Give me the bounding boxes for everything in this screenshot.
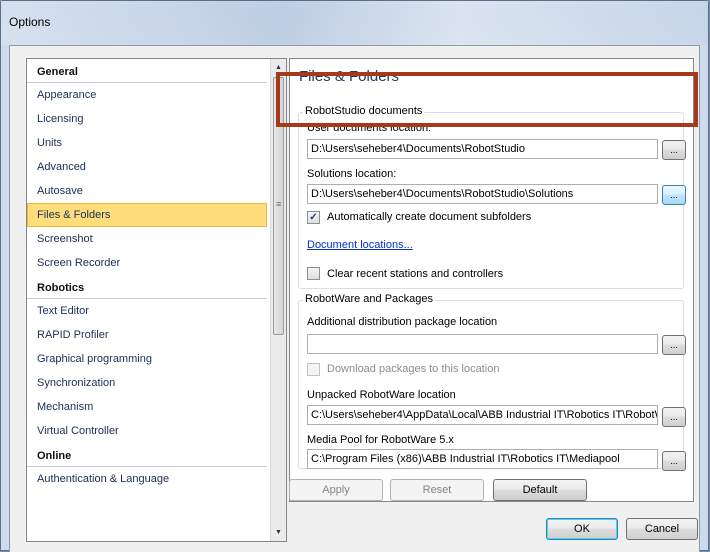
default-button[interactable]: Default xyxy=(493,479,587,501)
media-pool-label: Media Pool for RobotWare 5.x xyxy=(307,434,454,446)
scroll-down-icon[interactable]: ▼ xyxy=(271,524,286,541)
nav-item-virtual-controller[interactable]: Virtual Controller xyxy=(27,419,271,443)
additional-package-field[interactable] xyxy=(307,334,658,354)
nav-item-units[interactable]: Units xyxy=(27,131,271,155)
nav-item-graphical-programming[interactable]: Graphical programming xyxy=(27,347,271,371)
auto-subfolders-checkbox[interactable]: ✓ xyxy=(307,211,320,224)
download-packages-label: Download packages to this location xyxy=(327,363,500,375)
options-category-list: General Appearance Licensing Units Advan… xyxy=(26,58,287,542)
additional-package-label: Additional distribution package location xyxy=(307,316,498,328)
grip-icon: ≡ xyxy=(276,199,282,209)
nav-item-files-folders[interactable]: Files & Folders xyxy=(27,203,267,227)
media-pool-browse-button[interactable]: ... xyxy=(662,451,686,471)
apply-button[interactable]: Apply xyxy=(289,479,383,501)
group-label: RobotWare and Packages xyxy=(303,293,435,305)
clear-recent-checkbox[interactable] xyxy=(307,267,320,280)
auto-subfolders-label[interactable]: Automatically create document subfolders xyxy=(327,211,531,223)
nav-item-text-editor[interactable]: Text Editor xyxy=(27,299,271,323)
solutions-label: Solutions location: xyxy=(307,168,397,180)
nav-category-general: General xyxy=(27,59,267,83)
solutions-browse-button[interactable]: ... xyxy=(662,185,686,205)
reset-button[interactable]: Reset xyxy=(390,479,484,501)
ok-button[interactable]: OK xyxy=(546,518,618,540)
cancel-button[interactable]: Cancel xyxy=(626,518,698,540)
nav-item-mechanism[interactable]: Mechanism xyxy=(27,395,271,419)
options-dialog: Options General Appearance Licensing Uni… xyxy=(0,0,709,552)
unpacked-robotware-browse-button[interactable]: ... xyxy=(662,407,686,427)
nav-item-authentication-language[interactable]: Authentication & Language xyxy=(27,467,271,491)
user-documents-field[interactable]: D:\Users\seheber4\Documents\RobotStudio xyxy=(307,139,658,159)
window-title: Options xyxy=(9,15,51,29)
document-locations-link[interactable]: Document locations... xyxy=(307,239,413,251)
highlight-box xyxy=(276,72,698,127)
download-packages-checkbox[interactable] xyxy=(307,363,320,376)
clear-recent-label[interactable]: Clear recent stations and controllers xyxy=(327,268,503,280)
nav-item-appearance[interactable]: Appearance xyxy=(27,83,271,107)
unpacked-robotware-field[interactable]: C:\Users\seheber4\AppData\Local\ABB Indu… xyxy=(307,405,658,425)
nav-list: General Appearance Licensing Units Advan… xyxy=(27,59,271,491)
solutions-field[interactable]: D:\Users\seheber4\Documents\RobotStudio\… xyxy=(307,184,658,204)
additional-package-browse-button[interactable]: ... xyxy=(662,335,686,355)
checkmark-icon: ✓ xyxy=(309,212,318,223)
robotstudio-documents-group: RobotStudio documents User documents loc… xyxy=(298,105,686,289)
nav-item-synchronization[interactable]: Synchronization xyxy=(27,371,271,395)
media-pool-field[interactable]: C:\Program Files (x86)\ABB Industrial IT… xyxy=(307,449,658,469)
nav-item-autosave[interactable]: Autosave xyxy=(27,179,271,203)
nav-item-rapid-profiler[interactable]: RAPID Profiler xyxy=(27,323,271,347)
robotware-packages-group: RobotWare and Packages Additional distri… xyxy=(298,293,686,471)
unpacked-robotware-label: Unpacked RobotWare location xyxy=(307,389,456,401)
nav-scrollbar[interactable]: ▲ ≡ ▼ xyxy=(270,59,286,541)
title-bar[interactable]: Options xyxy=(1,1,708,45)
nav-item-screenshot[interactable]: Screenshot xyxy=(27,227,271,251)
nav-item-advanced[interactable]: Advanced xyxy=(27,155,271,179)
nav-category-online: Online xyxy=(27,443,267,467)
nav-item-screen-recorder[interactable]: Screen Recorder xyxy=(27,251,271,275)
nav-category-robotics: Robotics xyxy=(27,275,267,299)
user-documents-browse-button[interactable]: ... xyxy=(662,140,686,160)
nav-item-licensing[interactable]: Licensing xyxy=(27,107,271,131)
